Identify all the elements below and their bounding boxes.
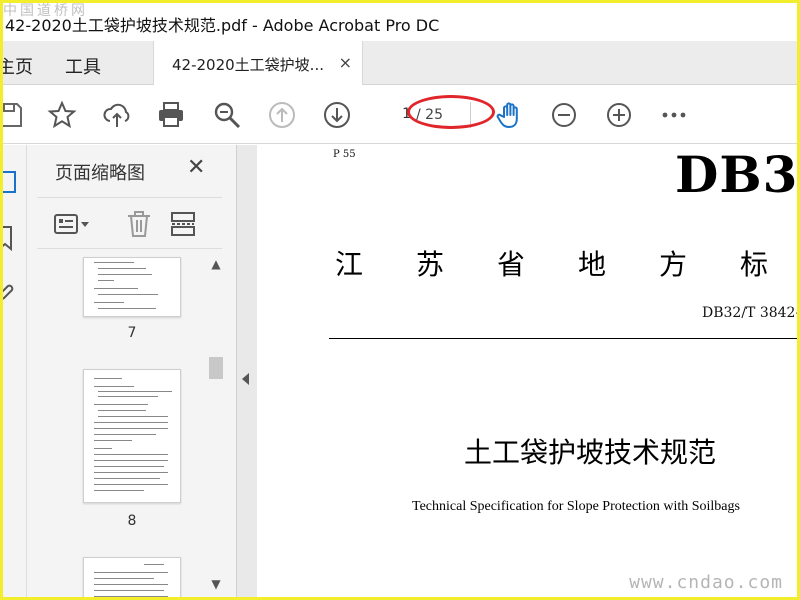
toolbar: 1 / 25 bbox=[3, 86, 797, 144]
panel-toolbar bbox=[37, 197, 222, 249]
header-rule bbox=[329, 338, 797, 339]
standard-number: DB32/T 3842— bbox=[702, 305, 797, 321]
page-thumbnail-8[interactable] bbox=[83, 369, 181, 503]
zoom-in-icon[interactable] bbox=[604, 100, 634, 130]
cloud-upload-icon[interactable] bbox=[102, 100, 132, 130]
province-char: 标 bbox=[740, 248, 769, 281]
delete-icon[interactable] bbox=[125, 210, 153, 238]
province-char: 地 bbox=[578, 248, 607, 281]
province-char: 苏 bbox=[416, 248, 445, 281]
province-char: 方 bbox=[659, 248, 688, 281]
standard-code-header: DB3 bbox=[675, 145, 797, 204]
collapse-arrow-icon bbox=[242, 373, 249, 385]
page-marker: P 55 bbox=[333, 149, 356, 160]
document-tab-label: 42-2020土工袋护坡... bbox=[172, 56, 324, 74]
left-rail bbox=[3, 145, 27, 597]
tab-tools[interactable]: 工具 bbox=[65, 53, 101, 79]
document-title-cn: 土工袋护坡技术规范 bbox=[464, 436, 717, 469]
thumbnail-panel: 页面缩略图 ✕ 7 8 ▲ ▼ bbox=[27, 145, 237, 597]
page-thumbnail-7[interactable] bbox=[83, 257, 181, 317]
print-icon[interactable] bbox=[156, 100, 186, 130]
scrollbar-thumb[interactable] bbox=[209, 357, 223, 379]
document-view: P 55 DB3 江 苏 省 地 方 标 DB32/T 3842— 土工袋护坡技… bbox=[257, 145, 797, 597]
star-icon[interactable] bbox=[47, 100, 77, 130]
more-icon[interactable] bbox=[659, 100, 689, 130]
scroll-down-icon[interactable]: ▼ bbox=[207, 577, 225, 593]
page-thumbnails-icon[interactable] bbox=[3, 169, 23, 195]
province-char: 省 bbox=[497, 248, 526, 281]
page-down-icon[interactable] bbox=[322, 100, 352, 130]
close-tab-icon[interactable]: × bbox=[339, 53, 352, 72]
acrobat-window: 42-2020土工袋护坡技术规范.pdf - Adobe Acrobat Pro… bbox=[3, 3, 797, 597]
page-thumbnail-next[interactable] bbox=[83, 557, 181, 597]
bookmark-icon[interactable] bbox=[3, 225, 23, 252]
tab-bar: 主页 工具 42-2020土工袋护坡... × bbox=[3, 41, 797, 85]
zoom-search-icon[interactable] bbox=[212, 100, 242, 130]
document-title-en: Technical Specification for Slope Protec… bbox=[412, 499, 740, 514]
thumbnail-scrollbar[interactable]: ▲ ▼ bbox=[207, 257, 225, 597]
thumbnail-label-7: 7 bbox=[127, 325, 137, 341]
extract-icon[interactable] bbox=[169, 210, 197, 238]
options-menu-icon[interactable] bbox=[53, 210, 93, 238]
watermark-bottom: www.cndao.com bbox=[629, 572, 783, 593]
annotation-circle bbox=[407, 95, 495, 129]
panel-title: 页面缩略图 bbox=[55, 163, 145, 184]
zoom-out-icon[interactable] bbox=[549, 100, 579, 130]
tab-document[interactable]: 42-2020土工袋护坡... × bbox=[153, 41, 363, 85]
page-up-icon[interactable] bbox=[267, 100, 297, 130]
tab-home[interactable]: 主页 bbox=[3, 53, 33, 79]
hand-tool-icon[interactable] bbox=[495, 100, 525, 130]
attachment-icon[interactable] bbox=[3, 279, 23, 305]
save-icon[interactable] bbox=[3, 100, 25, 130]
scroll-up-icon[interactable]: ▲ bbox=[207, 257, 225, 273]
province-char: 江 bbox=[335, 248, 364, 281]
thumbnail-label-8: 8 bbox=[127, 513, 137, 529]
watermark-top: 中国道桥网 bbox=[3, 3, 88, 19]
close-panel-icon[interactable]: ✕ bbox=[187, 155, 205, 180]
collapse-panel-handle[interactable] bbox=[237, 145, 257, 597]
title-bar: 42-2020土工袋护坡技术规范.pdf - Adobe Acrobat Pro… bbox=[3, 3, 797, 41]
